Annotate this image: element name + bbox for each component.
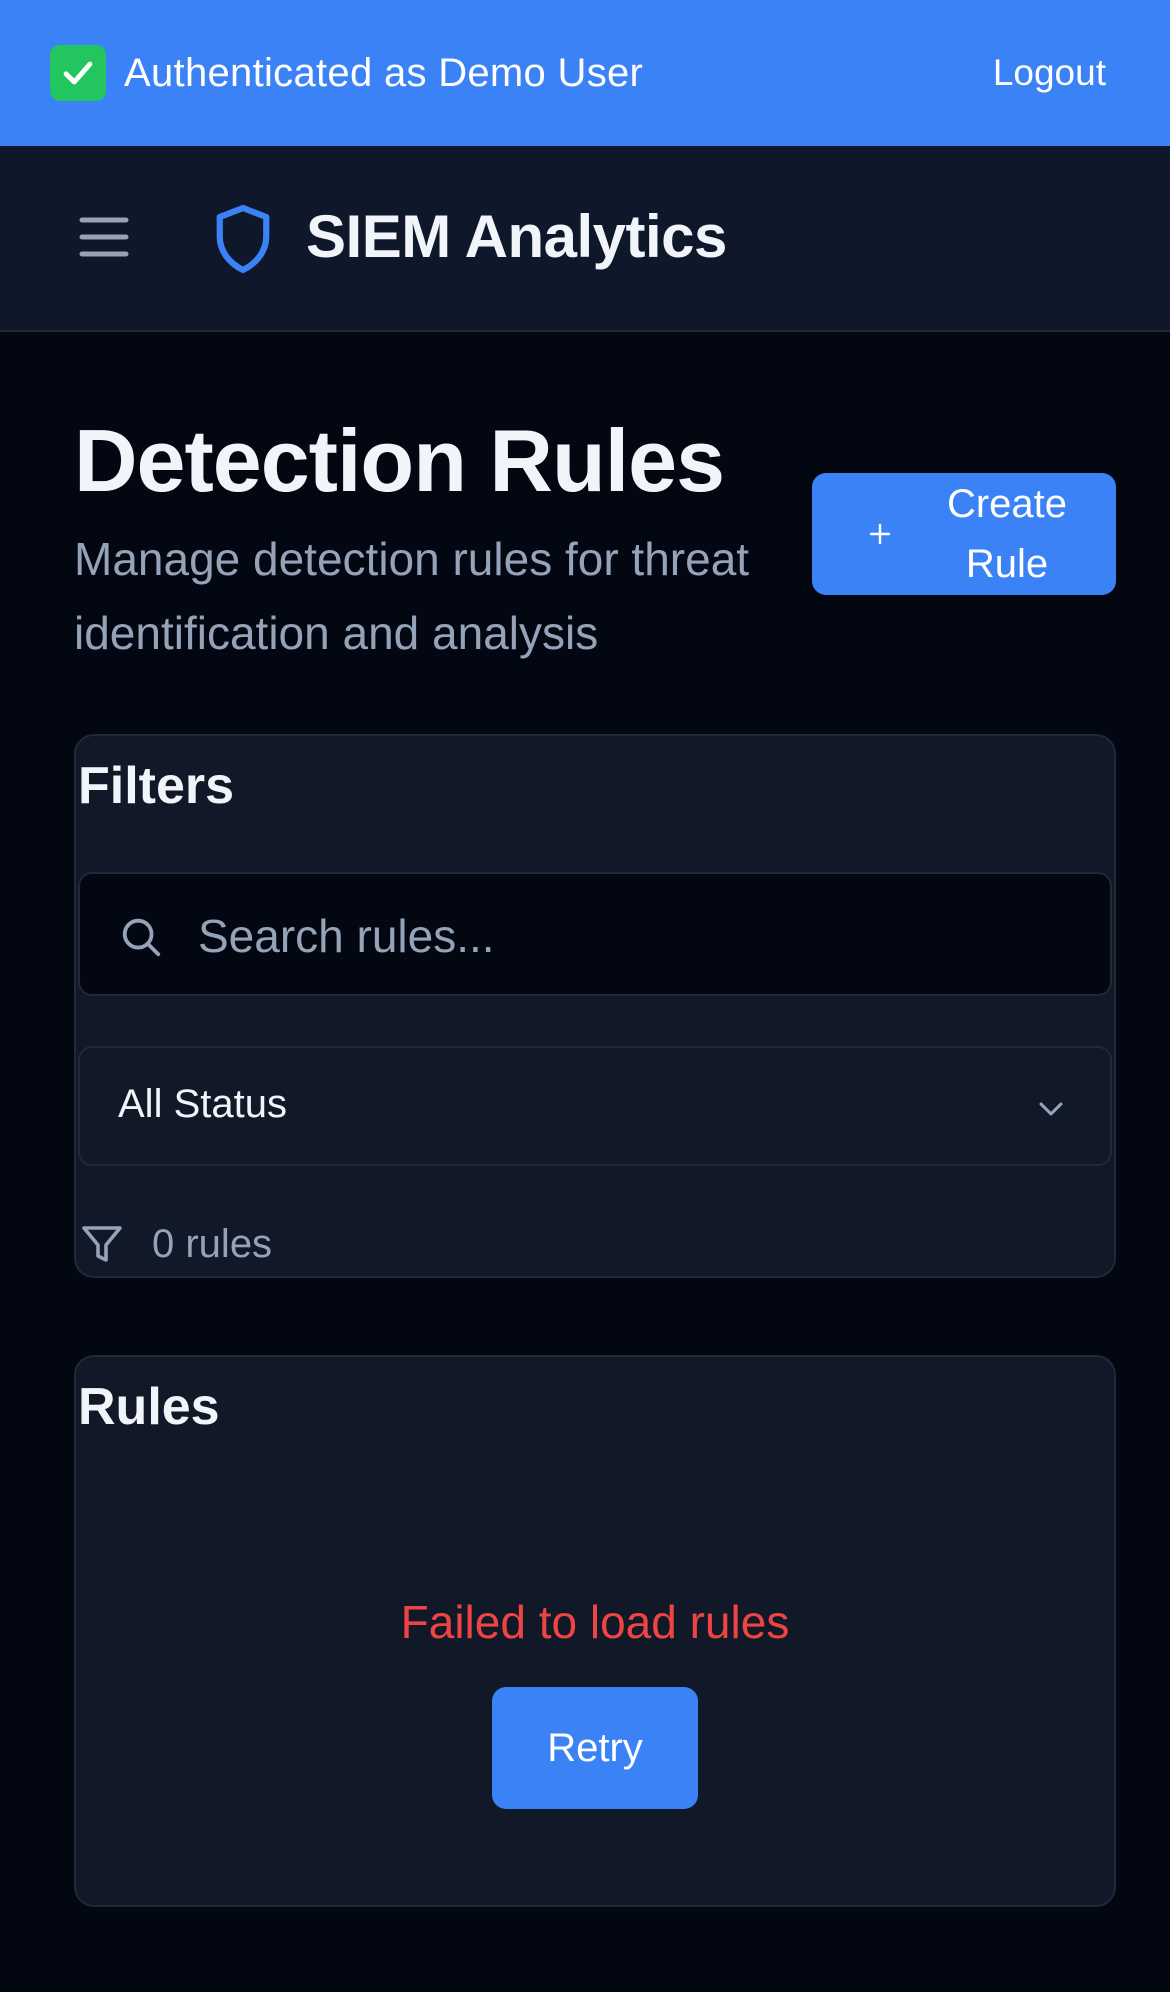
create-rule-button[interactable]: Create Rule	[812, 473, 1116, 595]
status-filter-value: All Status	[118, 1082, 287, 1126]
search-input[interactable]	[198, 896, 1078, 976]
page-subtitle: Manage detection rules for threat identi…	[74, 533, 750, 659]
app-title: SIEM Analytics	[306, 203, 727, 270]
rule-count: 0 rules	[152, 1221, 273, 1266]
filters-card: Filters All Status 0 rules	[74, 734, 1116, 1278]
filter-icon	[82, 1226, 122, 1262]
rules-title: Rules	[78, 1378, 220, 1436]
check-icon	[50, 45, 106, 101]
rule-count-row: 0 rules	[78, 1220, 272, 1268]
create-rule-label: Create Rule	[946, 482, 1068, 586]
hamburger-menu-icon[interactable]	[78, 214, 130, 260]
filters-title: Filters	[78, 757, 235, 815]
search-icon	[122, 918, 161, 957]
page: Authenticated as Demo User Logout SIEM A…	[0, 0, 1170, 1992]
auth-status: Authenticated as Demo User	[50, 45, 643, 101]
chevron-down-icon	[1039, 1102, 1063, 1116]
error-message: Failed to load rules	[400, 1596, 790, 1648]
shield-icon	[212, 202, 274, 281]
rules-card: Rules Failed to load rules Retry	[74, 1355, 1116, 1907]
plus-icon	[869, 523, 891, 545]
page-title: Detection Rules	[74, 411, 725, 510]
auth-banner: Authenticated as Demo User Logout	[0, 0, 1170, 146]
status-filter-select[interactable]: All Status	[78, 1046, 1112, 1166]
logout-link[interactable]: Logout	[993, 52, 1106, 94]
retry-button[interactable]: Retry	[492, 1687, 698, 1809]
search-box[interactable]	[78, 872, 1112, 996]
auth-status-text: Authenticated as Demo User	[124, 50, 644, 95]
app-header: SIEM Analytics	[0, 146, 1170, 332]
